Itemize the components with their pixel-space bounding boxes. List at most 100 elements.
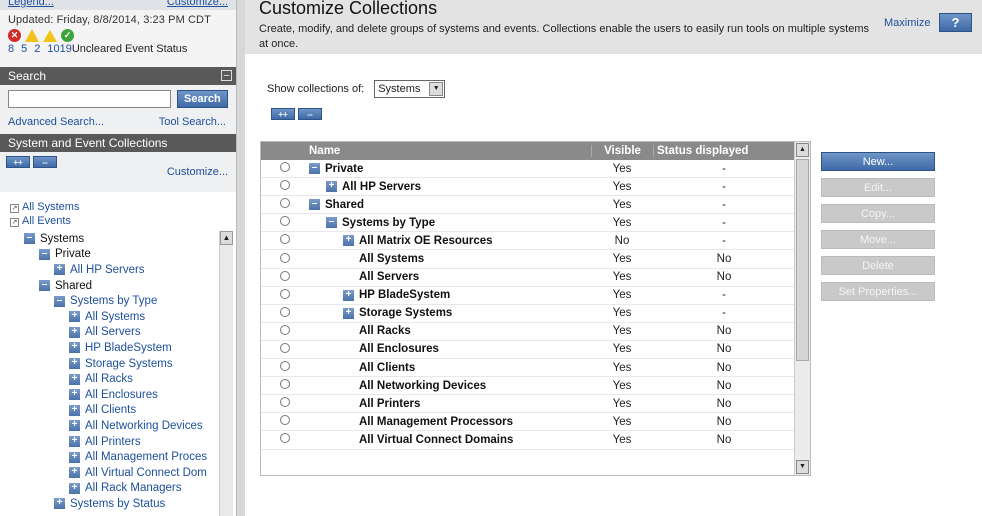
all-systems-link[interactable]: ↗ All Systems [10, 200, 226, 214]
expand-icon[interactable]: + [69, 326, 80, 338]
expand-icon[interactable]: + [69, 482, 80, 494]
top-customize-link[interactable]: Customize... [167, 0, 228, 8]
row-radio[interactable] [280, 252, 290, 263]
collapse-icon[interactable]: – [326, 217, 337, 229]
chevron-down-icon[interactable]: ▼ [429, 82, 444, 96]
expand-icon[interactable]: + [69, 420, 80, 432]
table-row[interactable]: All Management Processors Yes No [261, 413, 795, 432]
table-row[interactable]: All Racks Yes No [261, 323, 795, 341]
tree-node[interactable]: + All Servers [24, 325, 219, 341]
expand-all-button[interactable]: ++ [271, 108, 295, 120]
tree-node-label[interactable]: All Racks [85, 373, 133, 385]
tree-node-label[interactable]: Systems by Status [70, 498, 165, 510]
expand-icon[interactable]: + [54, 498, 65, 510]
row-radio[interactable] [280, 306, 290, 317]
tree-node-label[interactable]: All Virtual Connect Dom [85, 467, 207, 479]
tree-node[interactable]: + All Management Proces [24, 449, 219, 465]
row-radio[interactable] [280, 270, 290, 281]
table-row[interactable]: All Servers Yes No [261, 269, 795, 287]
search-input[interactable] [8, 90, 171, 108]
scroll-up-icon[interactable]: ▲ [796, 143, 809, 157]
tree-node-label[interactable]: Systems [40, 233, 84, 245]
tree-node[interactable]: + All Clients [24, 403, 219, 419]
collapse-icon[interactable]: – [39, 280, 50, 292]
expand-icon[interactable]: + [54, 264, 65, 276]
expand-icon[interactable]: + [69, 342, 80, 354]
tree-node[interactable]: + HP BladeSystem [24, 340, 219, 356]
tree-node[interactable]: + Systems by Status [24, 496, 219, 512]
minor-warning-icon[interactable] [43, 29, 57, 42]
tree-node-label[interactable]: All Servers [85, 326, 141, 338]
tree-node[interactable]: + All Systems [24, 309, 219, 325]
row-radio[interactable] [280, 288, 290, 299]
table-row[interactable]: + All HP Servers Yes - [261, 178, 795, 197]
critical-count[interactable]: 8 [8, 43, 14, 55]
tree-node[interactable]: + All Networking Devices [24, 418, 219, 434]
major-count[interactable]: 5 [21, 43, 27, 55]
tree-node-label[interactable]: All Networking Devices [85, 420, 203, 432]
table-row[interactable]: All Virtual Connect Domains Yes No [261, 431, 795, 450]
critical-icon[interactable]: ✕ [8, 29, 21, 42]
table-row[interactable]: – Private Yes - [261, 160, 795, 179]
tree-node-label[interactable]: Systems by Type [70, 295, 157, 307]
tree-node[interactable]: – Systems by Type [24, 293, 219, 309]
help-button[interactable]: ? [939, 13, 972, 32]
expand-icon[interactable]: + [343, 307, 354, 319]
tree-node[interactable]: + All HP Servers [24, 262, 219, 278]
table-row[interactable]: All Clients Yes No [261, 359, 795, 378]
tree-node-label[interactable]: Private [55, 248, 91, 260]
scroll-down-icon[interactable]: ▼ [796, 460, 809, 474]
tree-node[interactable]: + All Racks [24, 371, 219, 387]
maximize-link[interactable]: Maximize [884, 17, 930, 29]
collapse-icon[interactable]: – [39, 248, 50, 260]
all-events-link[interactable]: ↗ All Events [10, 214, 226, 228]
tree-node[interactable]: – Shared [24, 278, 219, 294]
column-visible[interactable]: Visible [591, 145, 653, 157]
row-radio[interactable] [280, 162, 290, 173]
row-radio[interactable] [280, 361, 290, 372]
table-row[interactable]: All Networking Devices Yes No [261, 377, 795, 396]
expand-icon[interactable]: + [343, 289, 354, 301]
tree-scrollbar[interactable]: ▲ [219, 231, 233, 516]
scroll-thumb[interactable] [796, 159, 809, 361]
table-row[interactable]: + All Matrix OE Resources No - [261, 232, 795, 251]
edit-button[interactable]: Edit... [821, 178, 935, 197]
tree-node[interactable]: + All Virtual Connect Dom [24, 465, 219, 481]
tree-node[interactable]: + All Rack Managers [24, 481, 219, 497]
collapse-icon[interactable]: – [24, 233, 35, 245]
table-row[interactable]: + Storage Systems Yes - [261, 305, 795, 323]
advanced-search-link[interactable]: Advanced Search... [8, 116, 104, 128]
tree-node-label[interactable]: HP BladeSystem [85, 342, 172, 354]
set-properties-button[interactable]: Set Properties... [821, 282, 935, 301]
delete-button[interactable]: Delete [821, 256, 935, 275]
collapse-all-button[interactable]: -- [298, 108, 322, 120]
collections-type-select[interactable]: Systems ▼ [374, 80, 446, 98]
scroll-up-icon[interactable]: ▲ [220, 231, 233, 245]
tree-node[interactable]: + All Printers [24, 434, 219, 450]
collapse-icon[interactable]: – [309, 199, 320, 211]
row-radio[interactable] [280, 180, 290, 191]
new-button[interactable]: New... [821, 152, 935, 171]
collapse-all-button[interactable]: -- [33, 156, 57, 168]
row-radio[interactable] [280, 216, 290, 227]
move-button[interactable]: Move... [821, 230, 935, 249]
tree-node-label[interactable]: All Management Proces [85, 451, 207, 463]
expand-icon[interactable]: + [69, 467, 80, 479]
expand-icon[interactable]: + [69, 404, 80, 416]
normal-count[interactable]: 1019 [47, 43, 71, 55]
table-row[interactable]: All Enclosures Yes No [261, 341, 795, 360]
expand-icon[interactable]: + [326, 181, 337, 193]
expand-all-button[interactable]: ++ [6, 156, 30, 168]
table-scrollbar[interactable]: ▲ ▼ [794, 142, 810, 475]
tree-node-label[interactable]: All Enclosures [85, 389, 158, 401]
column-status-displayed[interactable]: Status displayed [653, 145, 796, 157]
expand-icon[interactable]: + [69, 311, 80, 323]
tree-node-label[interactable]: Storage Systems [85, 358, 173, 370]
tree-node-label[interactable]: All Rack Managers [85, 482, 182, 494]
legend-link[interactable]: Legend... [8, 0, 54, 8]
expand-icon[interactable]: + [343, 235, 354, 247]
table-row[interactable]: – Shared Yes - [261, 196, 795, 215]
copy-button[interactable]: Copy... [821, 204, 935, 223]
minor-count[interactable]: 2 [34, 43, 40, 55]
tree-node[interactable]: – Systems [24, 231, 219, 247]
